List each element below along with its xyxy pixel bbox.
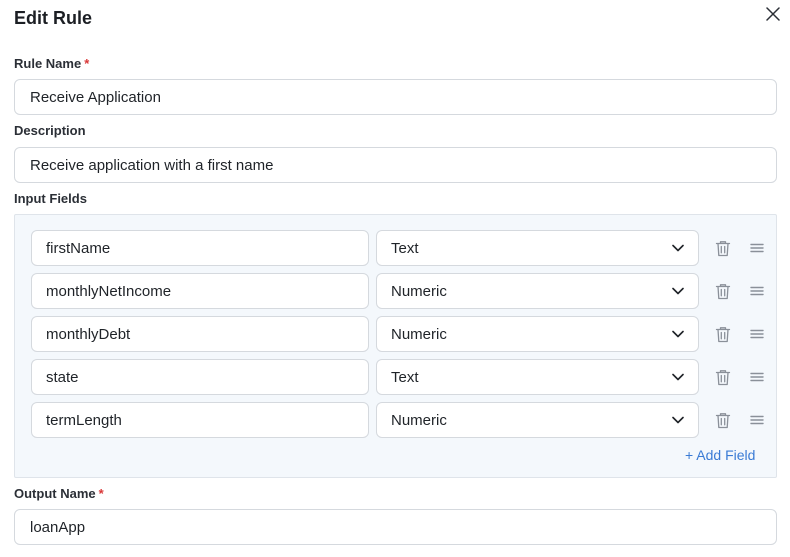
trash-icon	[715, 326, 731, 342]
rule-name-label-text: Rule Name	[14, 56, 82, 71]
field-type-select[interactable]: Text	[376, 359, 699, 395]
field-name-input[interactable]: state	[31, 359, 369, 395]
field-type-value: Text	[391, 368, 419, 386]
field-name-value: monthlyDebt	[46, 325, 131, 343]
field-row: firstName Text	[31, 230, 771, 266]
field-type-select[interactable]: Numeric	[376, 402, 699, 438]
chevron-down-icon	[672, 244, 684, 252]
field-type-value: Text	[391, 239, 419, 257]
field-name-input[interactable]: monthlyDebt	[31, 316, 369, 352]
field-type-value: Numeric	[391, 282, 447, 300]
required-marker: *	[98, 486, 104, 501]
field-name-input[interactable]: firstName	[31, 230, 369, 266]
drag-handle[interactable]	[747, 281, 767, 301]
description-label: Description	[14, 123, 86, 138]
field-row: monthlyDebt Numeric	[31, 316, 771, 352]
trash-icon	[715, 369, 731, 385]
drag-handle-icon	[750, 415, 764, 425]
description-input[interactable]: Receive application with a first name	[14, 147, 777, 183]
field-type-value: Numeric	[391, 325, 447, 343]
drag-handle[interactable]	[747, 410, 767, 430]
add-field-button[interactable]: + Add Field	[685, 447, 755, 463]
description-value: Receive application with a first name	[30, 156, 274, 174]
close-icon	[766, 7, 780, 21]
delete-field-button[interactable]	[713, 367, 733, 387]
field-row: state Text	[31, 359, 771, 395]
field-name-value: termLength	[46, 411, 122, 429]
drag-handle-icon	[750, 372, 764, 382]
drag-handle[interactable]	[747, 238, 767, 258]
trash-icon	[715, 240, 731, 256]
drag-handle-icon	[750, 286, 764, 296]
close-button[interactable]	[763, 4, 783, 24]
field-row: monthlyNetIncome Numeric	[31, 273, 771, 309]
drag-handle-icon	[750, 243, 764, 253]
trash-icon	[715, 283, 731, 299]
delete-field-button[interactable]	[713, 324, 733, 344]
field-type-select[interactable]: Text	[376, 230, 699, 266]
dialog-title: Edit Rule	[14, 8, 93, 28]
drag-handle-icon	[750, 329, 764, 339]
trash-icon	[715, 412, 731, 428]
field-name-value: firstName	[46, 239, 111, 257]
field-type-select[interactable]: Numeric	[376, 316, 699, 352]
field-type-select[interactable]: Numeric	[376, 273, 699, 309]
rule-name-label: Rule Name *	[14, 56, 89, 71]
drag-handle[interactable]	[747, 324, 767, 344]
output-name-label: Output Name *	[14, 486, 104, 501]
chevron-down-icon	[672, 330, 684, 338]
drag-handle[interactable]	[747, 367, 767, 387]
output-name-label-text: Output Name	[14, 486, 96, 501]
output-name-value: loanApp	[30, 518, 86, 536]
input-fields-panel: firstName Text monthlyNetIncome Numeric	[14, 214, 777, 478]
delete-field-button[interactable]	[713, 238, 733, 258]
chevron-down-icon	[672, 373, 684, 381]
delete-field-button[interactable]	[713, 281, 733, 301]
field-name-input[interactable]: termLength	[31, 402, 369, 438]
field-name-value: monthlyNetIncome	[46, 282, 172, 300]
input-fields-label: Input Fields	[14, 191, 87, 206]
required-marker: *	[84, 56, 90, 71]
field-name-value: state	[46, 368, 79, 386]
field-row: termLength Numeric	[31, 402, 771, 438]
field-name-input[interactable]: monthlyNetIncome	[31, 273, 369, 309]
delete-field-button[interactable]	[713, 410, 733, 430]
chevron-down-icon	[672, 416, 684, 424]
field-type-value: Numeric	[391, 411, 447, 429]
output-name-input[interactable]: loanApp	[14, 509, 777, 545]
chevron-down-icon	[672, 287, 684, 295]
rule-name-input[interactable]: Receive Application	[14, 79, 777, 115]
rule-name-value: Receive Application	[30, 88, 161, 106]
